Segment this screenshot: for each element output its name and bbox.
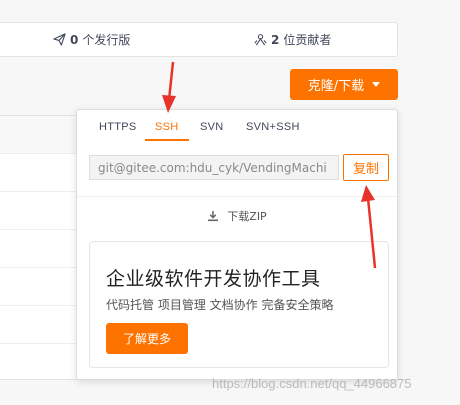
contributors-icon <box>254 34 267 46</box>
annotation-arrow-ssh <box>162 61 176 113</box>
download-zip-label: 下载ZIP <box>227 210 267 223</box>
copy-button[interactable]: 复制 <box>343 154 389 181</box>
download-zip-link[interactable]: 下载ZIP <box>77 208 397 224</box>
caret-down-icon <box>372 82 381 87</box>
file-list-row[interactable] <box>0 306 84 344</box>
releases-label: 个发行版 <box>82 33 131 47</box>
tab-https[interactable]: HTTPS <box>99 121 137 139</box>
tab-svn[interactable]: SVN <box>200 121 224 139</box>
clone-dropdown: HTTPS SSH SVN SVN+SSH 复制 下载ZIP 企业级软件开发协作… <box>76 109 398 380</box>
contributors-label: 位贡献者 <box>283 33 332 47</box>
contributors-count: 2 <box>271 32 280 47</box>
releases-count: 0 <box>70 32 79 47</box>
file-list-row[interactable] <box>0 268 84 306</box>
divider <box>77 196 397 197</box>
file-list-header <box>0 116 84 154</box>
watermark: https://blog.csdn.net/qq_44966875 <box>212 376 412 391</box>
tab-svn-ssh[interactable]: SVN+SSH <box>246 121 300 139</box>
promo-subtitle: 代码托管 项目管理 文档协作 完备安全策略 <box>106 298 334 312</box>
tab-ssh[interactable]: SSH <box>145 121 189 141</box>
releases-stat[interactable]: 0 个发行版 <box>53 31 130 48</box>
clone-download-button[interactable]: 克隆/下载 <box>290 69 398 100</box>
clone-download-label: 克隆/下载 <box>307 79 365 94</box>
promo-title: 企业级软件开发协作工具 <box>106 268 321 290</box>
send-icon <box>53 33 66 46</box>
repo-stats-bar: 0 个发行版 2 位贡献者 <box>0 22 398 57</box>
promo-card: 企业级软件开发协作工具 代码托管 项目管理 文档协作 完备安全策略 了解更多 <box>89 241 389 368</box>
protocol-tabs: HTTPS SSH SVN SVN+SSH <box>77 110 397 142</box>
file-list-row[interactable] <box>0 154 84 192</box>
clone-url-input[interactable] <box>89 155 339 180</box>
download-icon <box>208 211 219 222</box>
file-list-background <box>0 115 84 380</box>
file-list-row[interactable] <box>0 192 84 230</box>
learn-more-button[interactable]: 了解更多 <box>106 323 188 354</box>
file-list-row[interactable] <box>0 230 84 268</box>
contributors-stat[interactable]: 2 位贡献者 <box>254 31 331 48</box>
